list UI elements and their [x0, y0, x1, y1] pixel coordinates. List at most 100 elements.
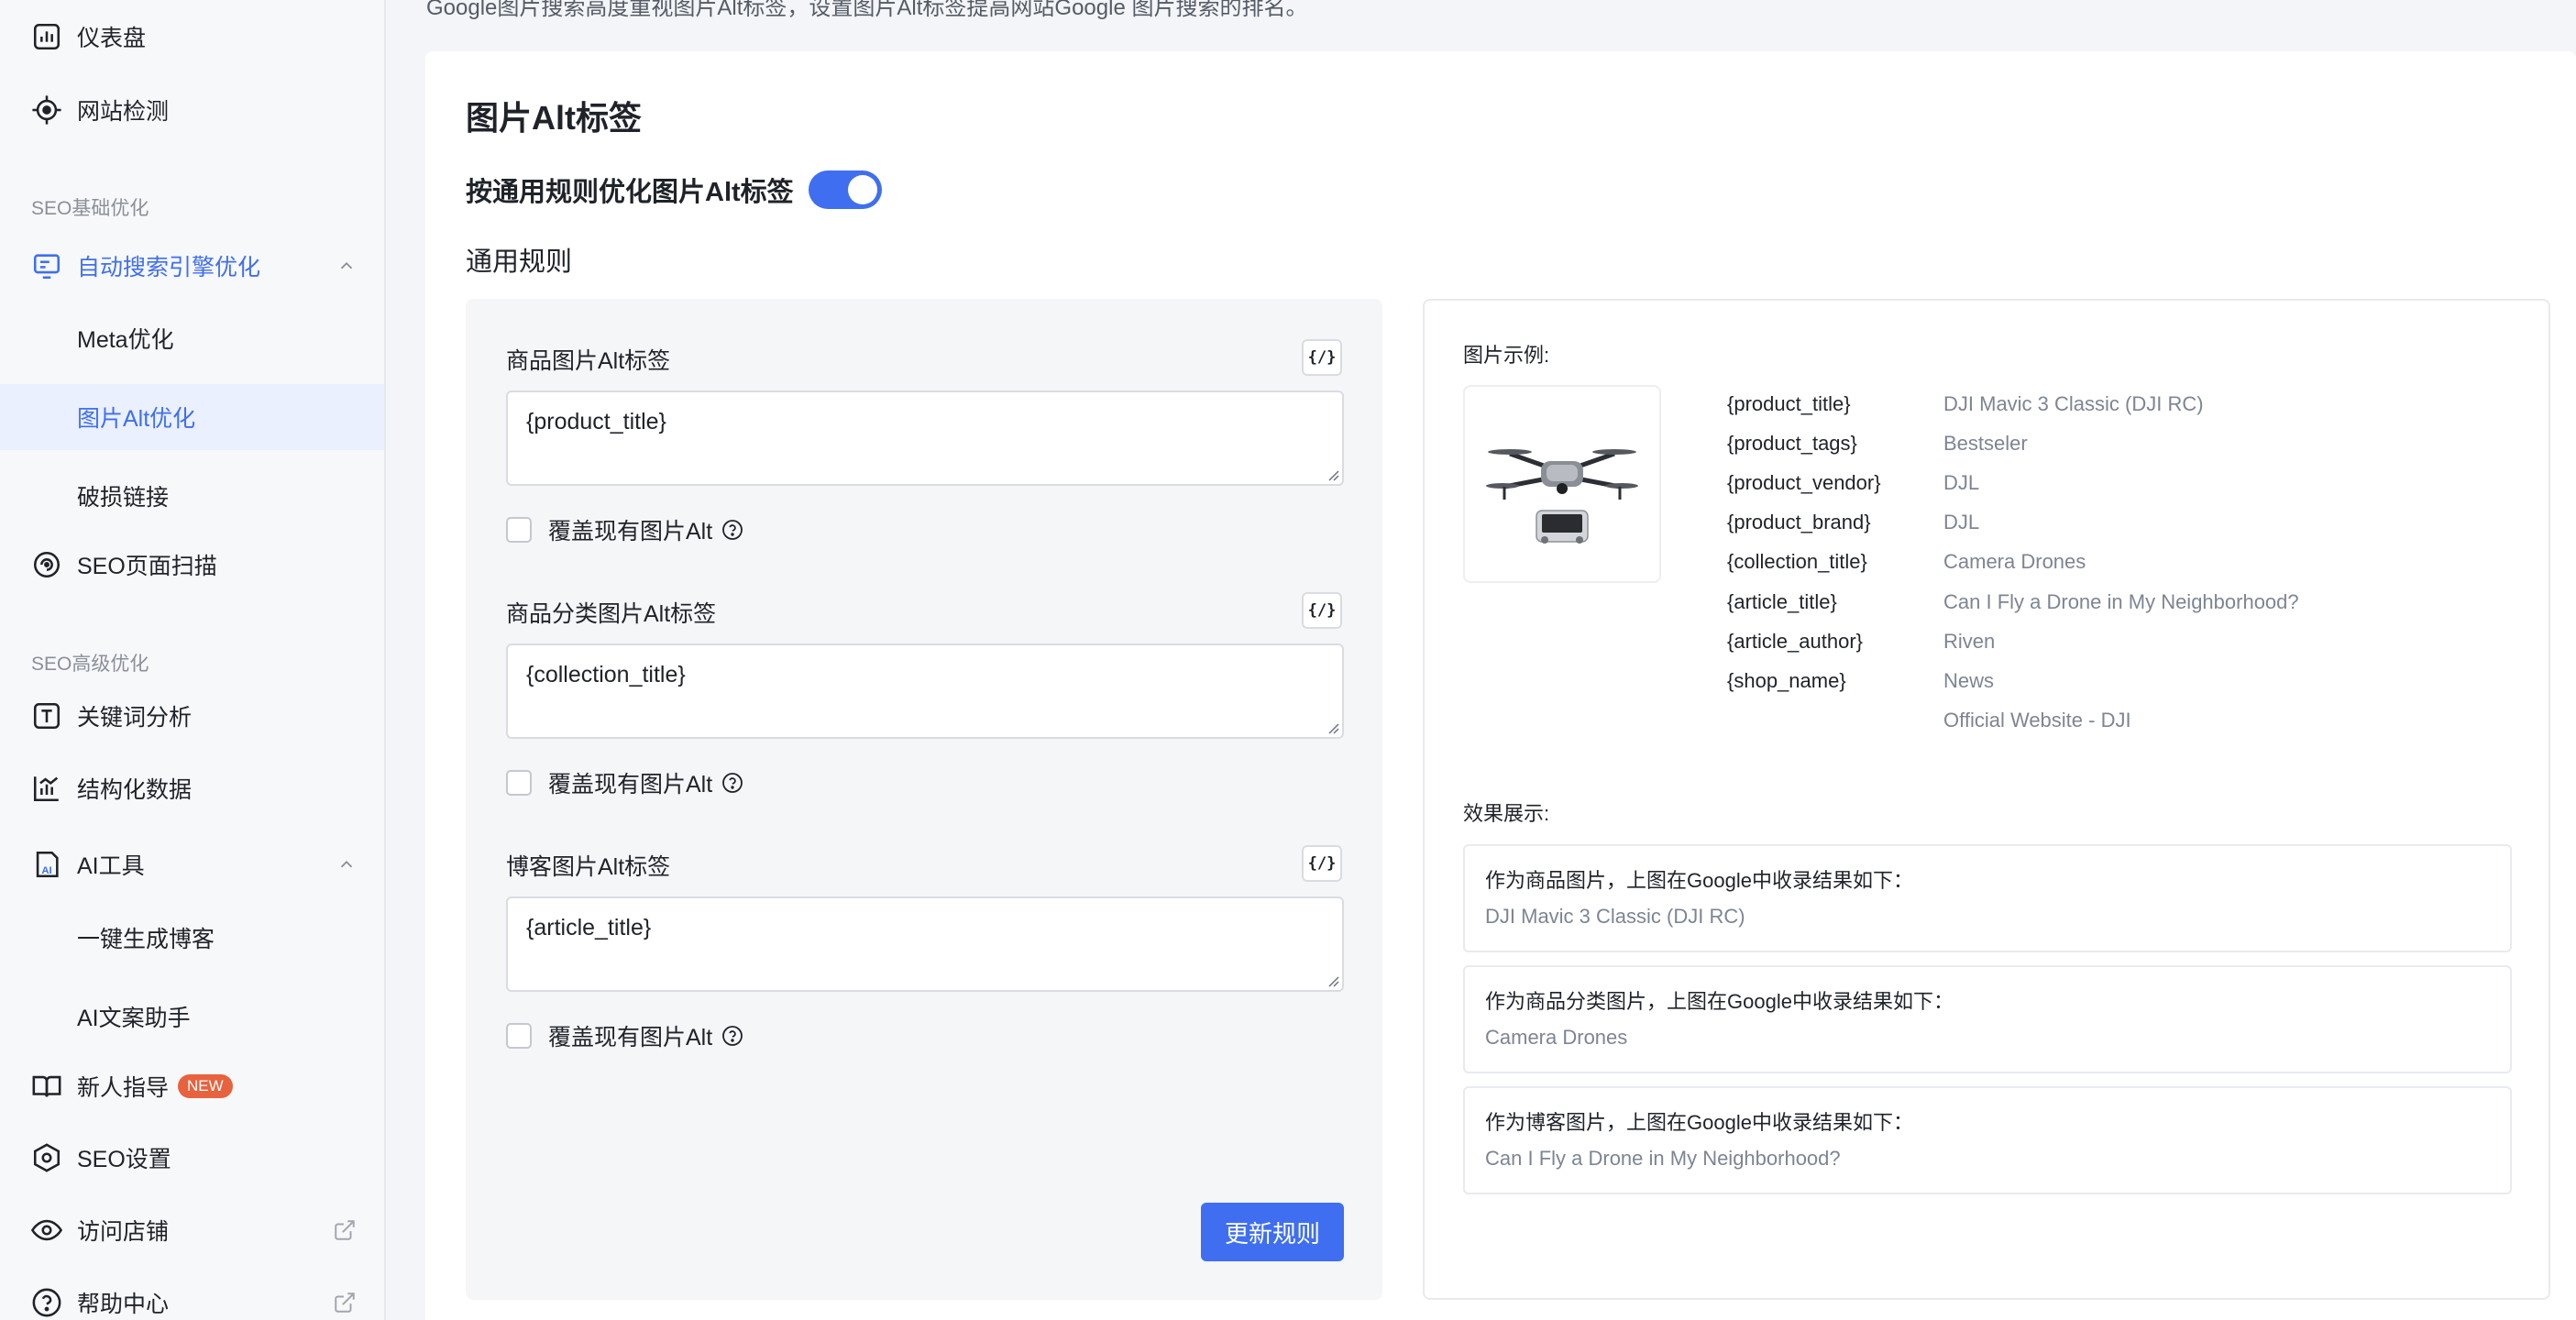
resize-grip-icon[interactable] [1327, 468, 1339, 481]
image-example-label: 图片示例: [1463, 344, 1550, 367]
insert-variable-button[interactable]: {/} [1302, 592, 1342, 629]
sub-item-broken-links[interactable]: 破损链接 [0, 463, 384, 529]
variable-key: {article_author} [1727, 630, 1863, 653]
bar-chart-icon [31, 21, 62, 52]
eye-icon [31, 1215, 62, 1246]
resize-grip-icon[interactable] [1327, 974, 1339, 987]
insert-variable-button[interactable]: {/} [1302, 845, 1342, 882]
sub-item-img-alt-label: 图片Alt优化 [77, 406, 196, 432]
result-card-blog: 作为博客图片，上图在Google中收录结果如下： Can I Fly a Dro… [1463, 1086, 2512, 1194]
section-label-basic: SEO基础优化 [31, 198, 149, 219]
collection-alt-value: {collection_title} [526, 662, 686, 688]
scan-icon [31, 549, 62, 580]
variable-key: {product_tags} [1727, 432, 1857, 455]
nav-help[interactable]: 帮助中心 [0, 1270, 384, 1320]
sidebar: 仪表盘 网站检测 SEO基础优化 自动搜索引擎优化 Meta优化 图片Alt优化… [0, 0, 386, 1320]
result-card-product: 作为商品图片，上图在Google中收录结果如下： DJI Mavic 3 Cla… [1463, 844, 2512, 952]
optimize-toggle-row: 按通用规则优化图片Alt标签 [466, 170, 882, 209]
external-link-icon[interactable] [333, 1218, 357, 1242]
product-alt-label: 商品图片Alt标签 [506, 348, 671, 374]
blog-override-checkbox[interactable] [506, 1023, 532, 1049]
nav-guide[interactable]: 新人指导 NEW [0, 1053, 384, 1119]
sub-item-ai-copy-label: AI文案助手 [77, 1006, 191, 1031]
variable-value: News [1943, 669, 1995, 692]
variable-key: {article_title} [1727, 590, 1837, 613]
result-title: 作为商品分类图片，上图在Google中收录结果如下： [1485, 990, 1954, 1013]
sub-item-meta-label: Meta优化 [77, 327, 174, 353]
nav-structured-data[interactable]: 结构化数据 [0, 755, 384, 821]
insert-variable-button[interactable]: {/} [1302, 339, 1342, 376]
section-label-advanced: SEO高级优化 [31, 654, 149, 675]
sub-item-img-alt[interactable]: 图片Alt优化 [0, 384, 384, 450]
variable-key: {shop_name} [1727, 669, 1846, 692]
nav-auto-seo[interactable]: 自动搜索引擎优化 [0, 233, 384, 299]
nav-seo-settings[interactable]: SEO设置 [0, 1125, 384, 1191]
sub-item-broken-links-label: 破损链接 [77, 485, 170, 511]
ai-doc-icon: AI [31, 849, 62, 880]
sub-item-blog-gen[interactable]: 一键生成博客 [0, 905, 384, 971]
switch-knob [847, 175, 877, 204]
chevron-up-icon[interactable] [336, 256, 357, 276]
nav-ai-tools-label: AI工具 [77, 853, 145, 879]
example-product-image [1463, 385, 1661, 583]
sub-item-ai-copy[interactable]: AI文案助手 [0, 984, 384, 1050]
sub-item-blog-gen-label: 一键生成博客 [77, 927, 215, 952]
external-link-icon[interactable] [333, 1291, 357, 1314]
product-alt-textarea[interactable]: {product_title} [506, 390, 1344, 486]
variable-value: Official Website - DJI [1943, 709, 2131, 732]
question-icon[interactable] [721, 519, 743, 541]
nav-keywords-label: 关键词分析 [77, 705, 193, 731]
variable-value: DJL [1943, 511, 1980, 534]
blog-alt-textarea[interactable]: {article_title} [506, 896, 1344, 992]
blog-alt-value: {article_title} [526, 915, 652, 940]
page-description: Google图片搜索高度重视图片Alt标签，设置图片Alt标签提高网站Googl… [426, 0, 1308, 20]
blog-override-label: 覆盖现有图片Alt [548, 1025, 713, 1050]
svg-text:AI: AI [41, 865, 51, 876]
nav-auto-seo-label: 自动搜索引擎优化 [77, 255, 261, 280]
result-title: 作为商品图片，上图在Google中收录结果如下： [1485, 869, 1913, 892]
chevron-up-icon[interactable] [336, 854, 357, 874]
product-override-row[interactable]: 覆盖现有图片Alt [506, 513, 743, 546]
settings-hex-icon [31, 1142, 62, 1173]
update-rules-button[interactable]: 更新规则 [1201, 1203, 1344, 1261]
toggle-label: 按通用规则优化图片Alt标签 [466, 178, 794, 207]
nav-visit-store[interactable]: 访问店铺 [0, 1197, 384, 1263]
question-icon[interactable] [721, 1025, 743, 1047]
question-icon[interactable] [721, 772, 743, 794]
result-card-collection: 作为商品分类图片，上图在Google中收录结果如下： Camera Drones [1463, 965, 2512, 1073]
collection-override-row[interactable]: 覆盖现有图片Alt [506, 766, 743, 799]
result-title: 作为博客图片，上图在Google中收录结果如下： [1485, 1111, 1913, 1134]
nav-site-check[interactable]: 网站检测 [0, 77, 384, 143]
nav-page-scan-label: SEO页面扫描 [77, 554, 217, 579]
nav-guide-label: 新人指导 [77, 1075, 170, 1101]
nav-dashboard[interactable]: 仪表盘 [0, 4, 384, 70]
variable-key: {collection_title} [1727, 550, 1867, 573]
text-icon [31, 700, 62, 732]
product-override-checkbox[interactable] [506, 517, 532, 543]
variable-key: {product_vendor} [1727, 471, 1881, 494]
collection-alt-textarea[interactable]: {collection_title} [506, 644, 1344, 739]
blog-override-row[interactable]: 覆盖现有图片Alt [506, 1019, 743, 1052]
variable-value: Bestseler [1943, 432, 2028, 455]
blog-alt-label: 博客图片Alt标签 [506, 854, 671, 880]
nav-visit-store-label: 访问店铺 [77, 1219, 170, 1245]
product-override-label: 覆盖现有图片Alt [548, 519, 713, 544]
monitor-icon [31, 250, 62, 281]
collection-override-checkbox[interactable] [506, 770, 532, 796]
optimize-toggle-switch[interactable] [808, 170, 882, 209]
effect-label: 效果展示: [1463, 802, 1550, 825]
nav-structured-data-label: 结构化数据 [77, 777, 193, 803]
product-alt-value: {product_title} [526, 409, 666, 434]
sub-item-meta[interactable]: Meta优化 [0, 305, 384, 371]
resize-grip-icon[interactable] [1327, 721, 1339, 734]
nav-ai-tools[interactable]: AI AI工具 [0, 831, 384, 897]
nav-help-label: 帮助中心 [77, 1292, 170, 1317]
line-chart-icon [31, 773, 62, 804]
variable-value: DJI Mavic 3 Classic (DJI RC) [1943, 392, 2204, 415]
help-circle-icon [31, 1287, 62, 1318]
variable-key: {product_brand} [1727, 511, 1871, 534]
nav-keywords[interactable]: 关键词分析 [0, 683, 384, 749]
nav-page-scan[interactable]: SEO页面扫描 [0, 532, 384, 598]
page-title: 图片Alt标签 [466, 99, 642, 137]
book-icon [31, 1071, 62, 1102]
